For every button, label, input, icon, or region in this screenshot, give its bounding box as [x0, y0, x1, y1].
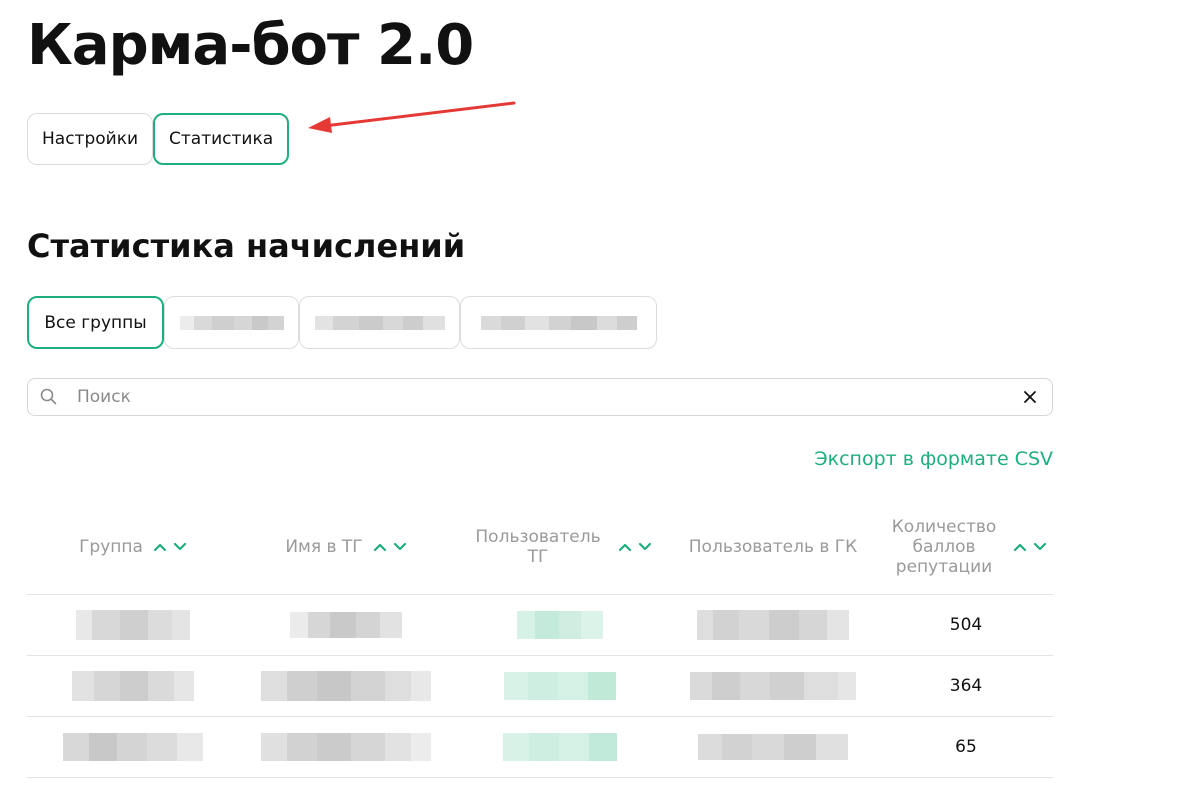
chevron-down-icon[interactable] — [638, 542, 652, 552]
column-header-label: Пользователь ТГ — [475, 527, 601, 567]
redacted-text — [480, 315, 637, 330]
column-header-reputation[interactable]: Количество баллов репутации — [879, 500, 1053, 595]
export-csv-link[interactable]: Экспорт в формате CSV — [814, 448, 1053, 470]
cell-group — [27, 716, 239, 778]
group-chip-all[interactable]: Все группы — [27, 296, 164, 349]
group-chip-redacted[interactable] — [164, 296, 299, 349]
redacted-text — [698, 734, 848, 760]
chevron-up-icon[interactable] — [618, 542, 632, 552]
sort-controls[interactable] — [1013, 542, 1047, 552]
search-icon — [40, 388, 57, 405]
section-title: Статистика начислений — [27, 227, 466, 265]
redacted-text — [504, 672, 616, 700]
column-header-gk-user: Пользователь в ГК — [667, 500, 879, 595]
cell-reputation: 504 — [879, 594, 1053, 656]
cell-gk-user — [667, 716, 879, 778]
column-header-tg-user[interactable]: Пользователь ТГ — [453, 500, 667, 595]
close-icon[interactable] — [1020, 387, 1040, 407]
tab-statistics[interactable]: Статистика — [153, 113, 290, 165]
group-filter-chips: Все группы — [27, 296, 657, 349]
search-bar — [27, 378, 1053, 416]
column-header-label: Имя в ТГ — [285, 537, 363, 557]
tab-settings[interactable]: Настройки — [27, 113, 154, 165]
redacted-text — [314, 315, 445, 330]
cell-tg-name — [239, 594, 453, 656]
cell-tg-user — [453, 716, 667, 778]
cell-tg-user — [453, 594, 667, 656]
table-row: 364 — [27, 655, 1053, 717]
cell-tg-name — [239, 716, 453, 778]
chevron-up-icon[interactable] — [153, 542, 167, 552]
chevron-up-icon[interactable] — [1013, 542, 1027, 552]
redacted-text — [76, 610, 190, 640]
column-header-group[interactable]: Группа — [27, 500, 239, 595]
redacted-text — [261, 733, 431, 761]
redacted-text — [503, 733, 617, 761]
search-input[interactable] — [75, 386, 1020, 408]
cell-reputation: 364 — [879, 655, 1053, 717]
column-header-label: Группа — [79, 537, 143, 557]
cell-tg-name — [239, 655, 453, 717]
sort-controls[interactable] — [153, 542, 187, 552]
cell-reputation: 65 — [879, 716, 1053, 778]
cell-gk-user — [667, 594, 879, 656]
table-row: 65 — [27, 716, 1053, 778]
sort-controls[interactable] — [618, 542, 652, 552]
chevron-down-icon[interactable] — [1033, 542, 1047, 552]
chevron-up-icon[interactable] — [373, 542, 387, 552]
main-tabs: Настройки Статистика — [27, 113, 290, 165]
column-header-label: Количество баллов репутации — [891, 517, 997, 577]
annotation-arrow-icon — [308, 101, 516, 133]
redacted-text — [72, 671, 194, 701]
cell-group — [27, 594, 239, 656]
stats-table: Группа Имя в ТГ Пользователь ТГ Пользова… — [27, 500, 1053, 778]
redacted-text — [290, 612, 402, 638]
sort-controls[interactable] — [373, 542, 407, 552]
cell-tg-user — [453, 655, 667, 717]
page-title: Карма-бот 2.0 — [27, 13, 474, 78]
chevron-down-icon[interactable] — [173, 542, 187, 552]
cell-group — [27, 655, 239, 717]
table-row: 504 — [27, 594, 1053, 656]
column-header-label: Пользователь в ГК — [688, 537, 858, 557]
redacted-text — [261, 671, 431, 701]
redacted-text — [63, 733, 203, 761]
redacted-text — [690, 672, 856, 700]
cell-gk-user — [667, 655, 879, 717]
group-chip-redacted[interactable] — [299, 296, 460, 349]
redacted-text — [697, 610, 849, 640]
table-header-row: Группа Имя в ТГ Пользователь ТГ Пользова… — [27, 500, 1053, 595]
redacted-text — [517, 611, 603, 639]
redacted-text — [179, 315, 284, 330]
group-chip-redacted[interactable] — [460, 296, 657, 349]
chevron-down-icon[interactable] — [393, 542, 407, 552]
column-header-tg-name[interactable]: Имя в ТГ — [239, 500, 453, 595]
